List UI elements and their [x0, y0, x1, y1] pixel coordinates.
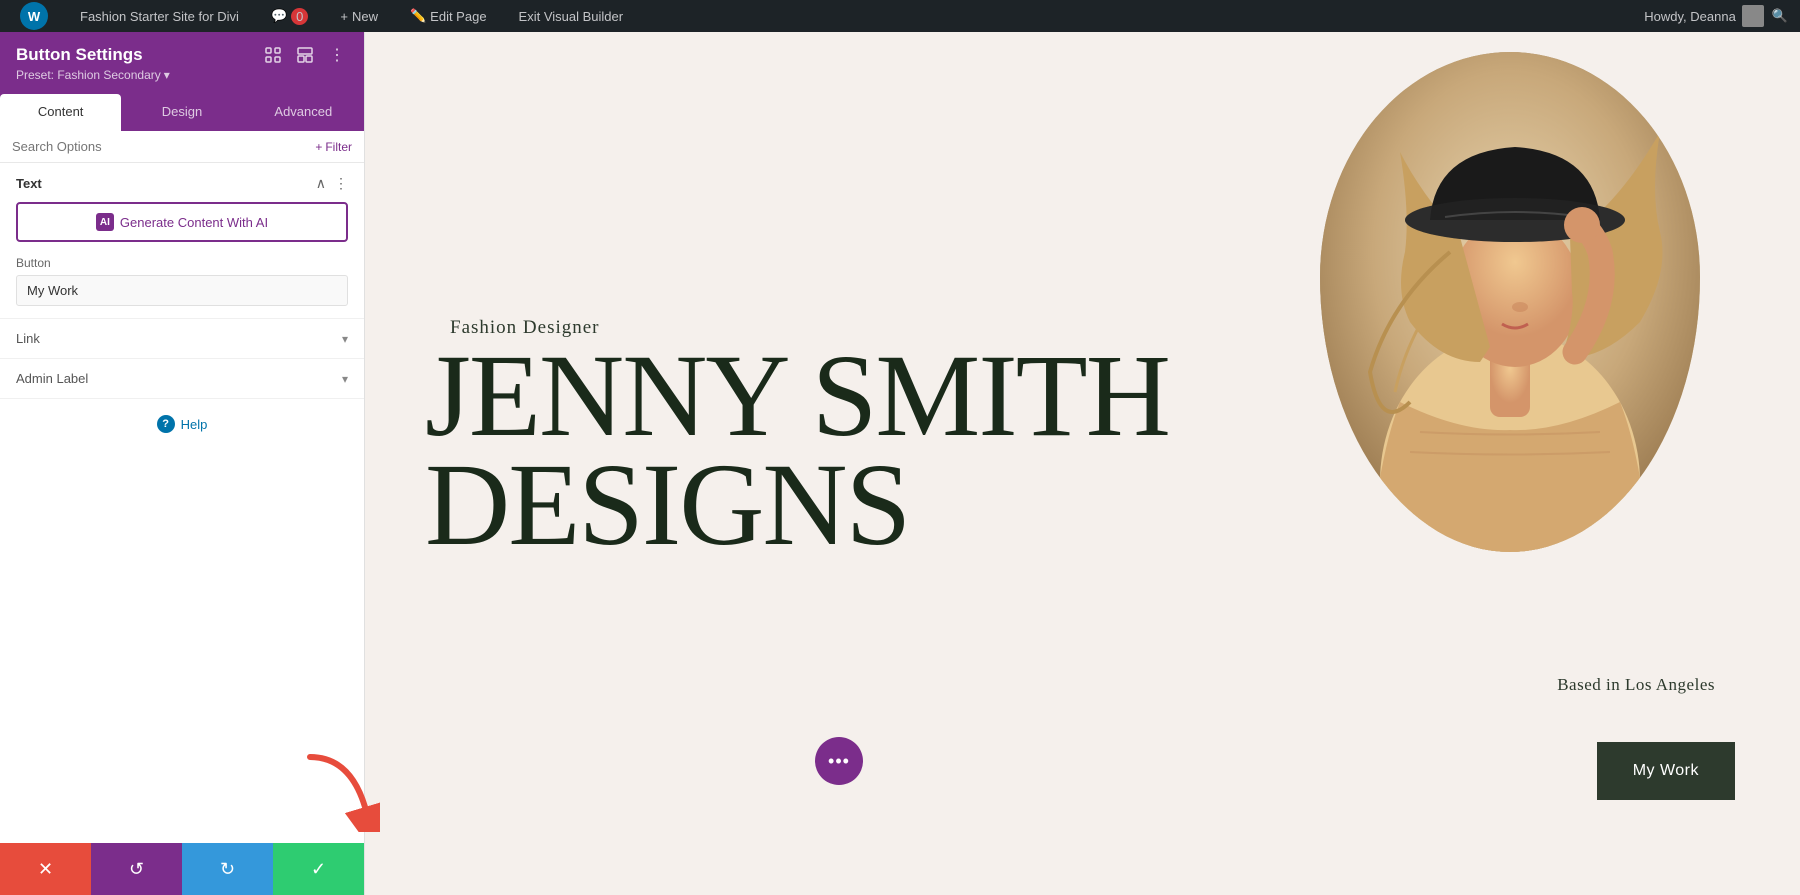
admin-label-title: Admin Label [16, 371, 88, 386]
text-section: Text ∧ ⋮ AI Generate Content With AI But… [0, 163, 364, 319]
button-field-wrapper: Button [16, 256, 348, 306]
ai-icon: AI [96, 213, 114, 231]
undo-button[interactable]: ↺ [91, 843, 182, 895]
dots-icon: ••• [828, 751, 850, 772]
link-section-header[interactable]: Link ▾ [16, 331, 348, 346]
bottom-action-bar: ✕ ↺ ↻ ✓ [0, 843, 364, 895]
red-arrow-indicator [290, 742, 380, 837]
hero-image-container [1320, 52, 1700, 552]
help-link[interactable]: Help [181, 417, 208, 432]
canvas-area: Fashion Designer JENNY SMITH DESIGNS Bas… [365, 32, 1800, 895]
help-section: ? Help [0, 399, 364, 449]
left-panel: Button Settings [0, 32, 365, 895]
mywork-button[interactable]: My Work [1597, 742, 1735, 800]
filter-plus-icon: + [315, 140, 322, 154]
focus-icon[interactable] [262, 44, 284, 66]
hero-image [1320, 52, 1700, 552]
search-icon[interactable]: 🔍 [1772, 8, 1788, 24]
layout-icon[interactable] [294, 44, 316, 66]
new-label: New [352, 9, 378, 24]
check-icon: ✓ [311, 859, 326, 880]
admin-label-section: Admin Label ▾ [0, 359, 364, 399]
button-text-input[interactable] [16, 275, 348, 306]
fashion-name: JENNY SMITH DESIGNS [425, 342, 1169, 559]
woman-figure-svg [1320, 52, 1700, 552]
comments-count: 0 [291, 8, 308, 25]
tab-content[interactable]: Content [0, 94, 121, 131]
text-section-chevron[interactable]: ∧ [316, 175, 326, 192]
text-section-title: Text [16, 176, 42, 191]
site-name: Fashion Starter Site for Divi [80, 9, 239, 24]
text-section-controls: ∧ ⋮ [316, 175, 348, 192]
panel-preset[interactable]: Preset: Fashion Secondary ▾ [16, 68, 348, 82]
search-input[interactable] [12, 139, 309, 154]
admin-bar-right: Howdy, Deanna 🔍 [1644, 5, 1788, 27]
search-bar: + Filter [0, 131, 364, 163]
tab-advanced[interactable]: Advanced [243, 94, 364, 131]
wp-logo-item[interactable]: W [12, 0, 56, 32]
generate-ai-button[interactable]: AI Generate Content With AI [16, 202, 348, 242]
fashion-location: Based in Los Angeles [1557, 675, 1715, 695]
save-button[interactable]: ✓ [273, 843, 364, 895]
link-chevron-icon: ▾ [342, 332, 348, 346]
admin-bar-left: W Fashion Starter Site for Divi 💬 0 + Ne… [12, 0, 631, 32]
redo-button[interactable]: ↻ [182, 843, 273, 895]
vertical-dots-icon: ⋮ [329, 45, 345, 65]
name-line3: DESIGNS [425, 451, 1169, 560]
dots-menu[interactable]: ••• [815, 737, 863, 785]
close-icon: ✕ [38, 859, 53, 880]
undo-icon: ↺ [129, 859, 144, 880]
admin-label-header[interactable]: Admin Label ▾ [16, 371, 348, 386]
user-avatar [1742, 5, 1764, 27]
comment-icon: 💬 [271, 8, 287, 24]
edit-page-item[interactable]: ✏️ Edit Page [402, 0, 495, 32]
new-item[interactable]: + New [332, 0, 386, 32]
wp-logo: W [20, 2, 48, 30]
panel-header: Button Settings [0, 32, 364, 94]
panel-header-top: Button Settings [16, 44, 348, 66]
panel-title: Button Settings [16, 45, 143, 65]
panel-header-icons: ⋮ [262, 44, 348, 66]
tab-design[interactable]: Design [121, 94, 242, 131]
site-name-item[interactable]: Fashion Starter Site for Divi [72, 0, 247, 32]
panel-tabs: Content Design Advanced [0, 94, 364, 131]
filter-label: Filter [325, 140, 352, 154]
exit-builder-item[interactable]: Exit Visual Builder [511, 0, 632, 32]
name-line1: JENNY SMITH [425, 342, 1169, 451]
plus-icon: + [340, 9, 348, 24]
text-section-header: Text ∧ ⋮ [16, 175, 348, 192]
preset-label: Preset: Fashion Secondary [16, 68, 161, 82]
edit-page-label: Edit Page [430, 9, 486, 24]
link-section: Link ▾ [0, 319, 364, 359]
button-field-label: Button [16, 256, 348, 270]
more-options-icon[interactable]: ⋮ [326, 44, 348, 66]
generate-ai-label: Generate Content With AI [120, 215, 268, 230]
filter-button[interactable]: + Filter [315, 140, 352, 154]
close-button[interactable]: ✕ [0, 843, 91, 895]
comments-item[interactable]: 💬 0 [263, 0, 316, 32]
howdy-text: Howdy, Deanna [1644, 9, 1736, 24]
wp-admin-bar: W Fashion Starter Site for Divi 💬 0 + Ne… [0, 0, 1800, 32]
link-section-title: Link [16, 331, 40, 346]
text-section-dots[interactable]: ⋮ [334, 175, 348, 192]
help-icon: ? [157, 415, 175, 433]
howdy-section: Howdy, Deanna [1644, 5, 1764, 27]
pencil-icon: ✏️ [410, 8, 426, 24]
exit-builder-label: Exit Visual Builder [519, 9, 624, 24]
redo-icon: ↻ [220, 859, 235, 880]
wp-logo-text: W [28, 9, 40, 24]
admin-chevron-icon: ▾ [342, 372, 348, 386]
main-layout: Button Settings [0, 32, 1800, 895]
preset-chevron: ▾ [164, 68, 170, 82]
